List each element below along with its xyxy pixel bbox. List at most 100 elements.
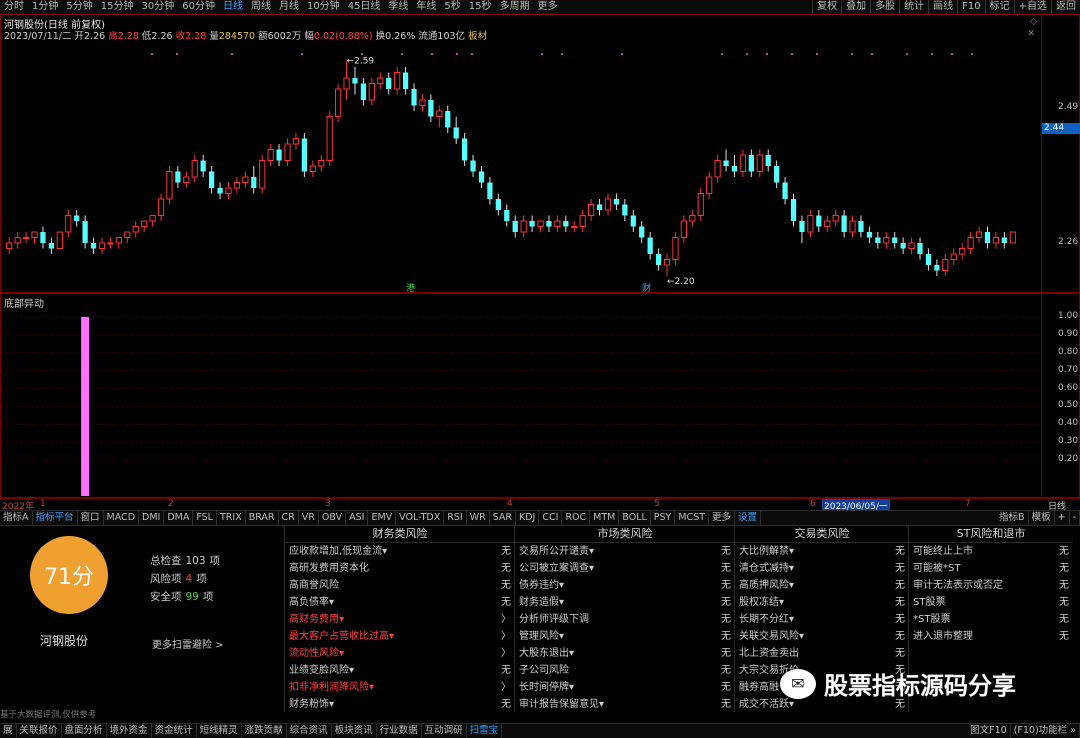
risk-item[interactable]: 最大客户占营收比过高▾ 〉 — [285, 628, 515, 645]
indicator-right-2[interactable]: + — [1055, 511, 1070, 525]
toolbar-button-1[interactable]: 叠加 — [841, 0, 870, 14]
indicator-tab-24[interactable]: MCST — [675, 511, 710, 525]
indicator-tab-15[interactable]: RSI — [444, 511, 467, 525]
bottom-tab-4[interactable]: 资金统计 — [152, 724, 197, 738]
risk-item[interactable]: 分析师评级下调 无 — [515, 611, 735, 628]
risk-item[interactable]: 高财务费用▾ 〉 — [285, 611, 515, 628]
risk-item[interactable]: 业绩变脸风险▾ 无 — [285, 662, 515, 679]
period-6[interactable]: 日线 — [219, 0, 247, 14]
risk-item[interactable]: 交易所公开谴责▾ 无 — [515, 543, 735, 560]
indicator-tab-22[interactable]: BOLL — [619, 511, 651, 525]
indicator-tab-21[interactable]: MTM — [590, 511, 620, 525]
risk-item[interactable]: 高研发费用资本化 无 — [285, 560, 515, 577]
indicator-panel[interactable]: 底部异动 1.00 0.90 0.80 0.70 0.60 0.50 0.40 0.30 0.2… — [0, 293, 1080, 498]
bottom-tab-0[interactable]: 展 — [0, 724, 17, 738]
indicator-tab-8[interactable]: BRAR — [246, 511, 279, 525]
indicator-tab-17[interactable]: SAR — [490, 511, 517, 525]
period-15[interactable]: 多周期 — [496, 0, 534, 14]
bottom-tab-3[interactable]: 境外资金 — [107, 724, 152, 738]
event-marker-1[interactable]: 港 — [406, 282, 415, 292]
risk-item[interactable]: 北上资金卖出 无 — [735, 645, 909, 662]
risk-item[interactable]: 管理风险▾ 无 — [515, 628, 735, 645]
risk-item[interactable]: 大股东退出▾ 无 — [515, 645, 735, 662]
period-11[interactable]: 季线 — [384, 0, 412, 14]
event-marker-2[interactable]: 财 — [642, 282, 651, 292]
bottom-tab-6[interactable]: 涨跌贡献 — [242, 724, 287, 738]
indicator-right-3[interactable]: - — [1070, 511, 1080, 525]
indicator-tab-10[interactable]: VR — [299, 511, 319, 525]
indicator-tab-26[interactable]: 设置 — [735, 511, 762, 525]
risk-item[interactable]: 公司被立案调查▾ 无 — [515, 560, 735, 577]
risk-item[interactable]: 长期不分红▾ 无 — [735, 611, 909, 628]
indicator-tab-2[interactable]: 窗口 — [78, 511, 104, 525]
risk-item[interactable]: 财务造假▾ 无 — [515, 594, 735, 611]
indicator-tab-20[interactable]: ROC — [562, 511, 591, 525]
toolbar-button-0[interactable]: 复权 — [812, 0, 841, 14]
period-2[interactable]: 5分钟 — [62, 0, 96, 14]
toolbar-button-8[interactable]: 返回 — [1051, 0, 1080, 14]
bottom-right-1[interactable]: (F10)功能栏 » — [1011, 724, 1080, 738]
risk-item[interactable]: 高商誉风险 无 — [285, 577, 515, 594]
indicator-tab-18[interactable]: KDJ — [516, 511, 540, 525]
risk-item[interactable]: 子公司风险 无 — [515, 662, 735, 679]
indicator-right-0[interactable]: 指标B — [996, 511, 1029, 525]
bottom-tab-8[interactable]: 板块资讯 — [332, 724, 377, 738]
indicator-tab-11[interactable]: OBV — [319, 511, 347, 525]
risk-item[interactable]: 长时间停牌▾ 无 — [515, 679, 735, 696]
risk-item[interactable]: ST股票 无 — [909, 594, 1073, 611]
toolbar-button-7[interactable]: +自选 — [1013, 0, 1051, 14]
indicator-tab-13[interactable]: EMV — [368, 511, 397, 525]
bottom-tab-1[interactable]: 关联报价 — [17, 724, 62, 738]
bottom-tab-2[interactable]: 盘面分析 — [62, 724, 107, 738]
risk-item[interactable]: 流动性风险▾ 〉 — [285, 645, 515, 662]
risk-item[interactable]: *ST股票 无 — [909, 611, 1073, 628]
period-10[interactable]: 45日线 — [344, 0, 385, 14]
risk-item[interactable]: 扣非净利润降风险▾ 〉 — [285, 679, 515, 696]
indicator-tab-25[interactable]: 更多 — [709, 511, 736, 525]
bottom-tab-5[interactable]: 短线精灵 — [197, 724, 242, 738]
period-8[interactable]: 月线 — [275, 0, 303, 14]
period-1[interactable]: 1分钟 — [28, 0, 62, 14]
indicator-right-1[interactable]: 模板 — [1029, 511, 1055, 525]
risk-item[interactable]: 可能终止上市 无 — [909, 543, 1073, 560]
candlestick-plot[interactable]: ←2.59 ←2.20 港 财 — [1, 15, 1041, 292]
toolbar-button-2[interactable]: 多股 — [870, 0, 899, 14]
main-chart-panel[interactable]: 河钢股份(日线 前复权) 2023/07/11/二 开2.26 高2.28 低2… — [0, 14, 1080, 293]
period-7[interactable]: 周线 — [247, 0, 275, 14]
risk-item[interactable]: 大比例解禁▾ 无 — [735, 543, 909, 560]
period-4[interactable]: 30分钟 — [137, 0, 178, 14]
bottom-tab-9[interactable]: 行业数据 — [377, 724, 422, 738]
indicator-tab-23[interactable]: PSY — [651, 511, 676, 525]
bottom-tab-11[interactable]: 扫雷宝 — [467, 724, 503, 738]
period-14[interactable]: 15秒 — [465, 0, 496, 14]
toolbar-button-6[interactable]: 标记 — [984, 0, 1014, 14]
period-9[interactable]: 10分钟 — [303, 0, 344, 14]
period-3[interactable]: 15分钟 — [97, 0, 138, 14]
indicator-tab-1[interactable]: 指标平台 — [33, 511, 78, 525]
period-16[interactable]: 更多 — [534, 0, 562, 14]
risk-item[interactable]: 高负债率▾ 无 — [285, 594, 515, 611]
period-5[interactable]: 60分钟 — [178, 0, 219, 14]
indicator-tab-9[interactable]: CR — [279, 511, 299, 525]
toolbar-button-3[interactable]: 统计 — [899, 0, 928, 14]
indicator-tab-16[interactable]: WR — [467, 511, 490, 525]
risk-item[interactable]: 高质押风险▾ 无 — [735, 577, 909, 594]
bottom-right-0[interactable]: 图文F10 — [967, 724, 1011, 738]
risk-item[interactable]: 债券违约▾ 无 — [515, 577, 735, 594]
bottom-tab-7[interactable]: 综合资讯 — [287, 724, 332, 738]
period-0[interactable]: 分时 — [0, 0, 28, 14]
period-12[interactable]: 年线 — [412, 0, 440, 14]
indicator-tab-7[interactable]: TRIX — [217, 511, 246, 525]
indicator-tab-14[interactable]: VOL-TDX — [396, 511, 445, 525]
risk-item[interactable]: 财务粉饰▾ 无 — [285, 696, 515, 713]
indicator-tab-19[interactable]: CCI — [539, 511, 563, 525]
risk-item[interactable]: 进入退市整理 无 — [909, 628, 1073, 645]
indicator-tab-0[interactable]: 指标A — [0, 511, 33, 525]
risk-item[interactable]: 审计报告保留意见▾ 无 — [515, 696, 735, 713]
indicator-tab-6[interactable]: FSL — [193, 511, 217, 525]
risk-item[interactable]: 可能被*ST 无 — [909, 560, 1073, 577]
toolbar-button-5[interactable]: F10 — [957, 0, 984, 14]
risk-item[interactable]: 清仓式减持▾ 无 — [735, 560, 909, 577]
bottom-tab-10[interactable]: 互动调研 — [422, 724, 467, 738]
toolbar-button-4[interactable]: 画线 — [928, 0, 957, 14]
